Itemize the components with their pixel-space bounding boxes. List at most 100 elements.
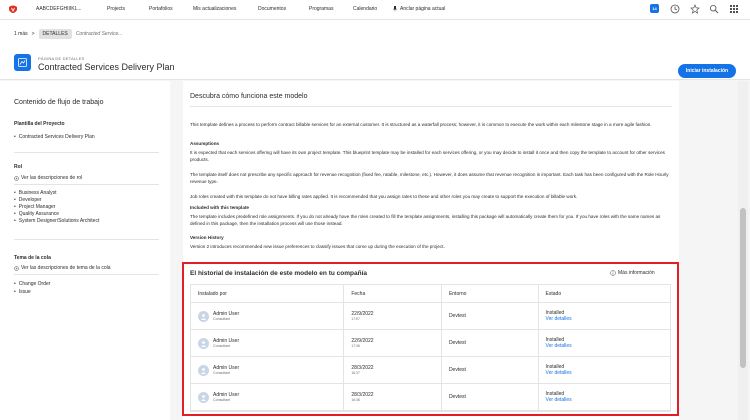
apps-grid-icon[interactable]: [729, 4, 739, 14]
expand-icon: [14, 265, 19, 271]
project-template-item: Contracted Services Delivery Plan: [14, 134, 95, 140]
info-icon: [610, 270, 616, 276]
install-time: 17:36: [351, 344, 360, 348]
version-heading: Version History: [190, 235, 224, 240]
table-row: Admin User Consultant 28/3/2022 16:37 Devt…: [191, 356, 670, 384]
user-role: Consultant: [213, 316, 231, 321]
breadcrumb-separator: >: [31, 31, 35, 37]
install-time: 16:36: [351, 398, 360, 402]
sidebar-title: Contenido de flujo de trabajo: [14, 99, 104, 106]
section-divider: [190, 106, 672, 107]
role-item: Developer: [14, 197, 42, 203]
pin-label: Anclar página actual: [400, 6, 446, 12]
project-template-heading: Plantilla del Proyecto: [14, 121, 65, 127]
breadcrumb: 1 más > DETALLES Contracted Service...: [14, 29, 122, 39]
section-title: Descubra cómo funciona este modelo: [190, 93, 308, 100]
queue-topic-heading: Tema de la cola: [14, 255, 51, 261]
included-paragraph: The template includes predefined role as…: [190, 214, 661, 226]
role-item: Business Analyst: [14, 190, 57, 196]
breadcrumb-page: Contracted Service...: [75, 31, 123, 37]
assumptions-paragraph-1: It is expected that each services offeri…: [190, 150, 665, 162]
table-header: Instalado por Fecha Entorno Estado: [191, 284, 670, 303]
user-role: Consultant: [213, 370, 231, 375]
included-heading: Included with this template: [190, 205, 249, 210]
role-descriptions-label: Ver las descripciones de rol: [21, 175, 83, 181]
sidebar-divider: [14, 239, 159, 240]
more-info-link[interactable]: Más información: [610, 270, 655, 276]
breadcrumb-more[interactable]: 1 más: [14, 31, 28, 37]
user-name: Admin User: [213, 391, 240, 398]
page-title: Contracted Services Delivery Plan: [38, 62, 175, 72]
view-details-link[interactable]: Ver detalles: [546, 397, 670, 403]
col-installed-by[interactable]: Instalado por: [191, 291, 343, 297]
workflow-content-sidebar: Contenido de flujo de trabajo Plantilla …: [0, 81, 170, 420]
installation-history-panel: El historial de instalación de este mode…: [182, 262, 679, 416]
breadcrumb-current[interactable]: DETALLES: [38, 29, 72, 39]
install-time: 16:37: [351, 371, 360, 375]
role-item: Project Manager: [14, 204, 56, 210]
template-icon: [14, 54, 31, 71]
table-row: Admin User Consultant 28/3/2022 16:36 Devt…: [191, 383, 670, 411]
environment-value: Devtest: [448, 394, 466, 400]
expand-icon: [14, 175, 19, 181]
nav-documents[interactable]: Documentos: [258, 6, 286, 12]
nav-calendar[interactable]: Calendario: [353, 6, 377, 12]
user-role: Consultant: [213, 397, 231, 402]
notification-badge[interactable]: 14: [650, 4, 659, 13]
avatar: [198, 310, 209, 322]
assumptions-heading: Assumptions: [190, 141, 220, 146]
view-details-link[interactable]: Ver detalles: [546, 316, 670, 322]
sidebar-divider: [14, 184, 159, 185]
more-info-label: Más información: [618, 270, 655, 276]
version-paragraph: Version 2 introduces recommended new iss…: [190, 244, 445, 249]
user-name: Admin User: [213, 310, 240, 317]
role-heading: Rol: [14, 164, 23, 170]
avatar: [198, 391, 209, 403]
environment-value: Devtest: [448, 367, 466, 373]
nav-portfolios[interactable]: Portafolios: [149, 6, 173, 12]
sidebar-divider: [14, 152, 159, 153]
page-eyebrow: PÁGINA DE DETALLES: [38, 56, 85, 61]
view-details-link[interactable]: Ver detalles: [546, 370, 670, 376]
user-role: Consultant: [213, 343, 231, 348]
environment-value: Devtest: [448, 340, 466, 346]
queue-item: Issue: [14, 289, 31, 295]
table-row: Admin User Consultant 22/9/2022 17:36 Devt…: [191, 329, 670, 357]
page-header: 1 más > DETALLES Contracted Service... P…: [0, 20, 750, 80]
search-icon[interactable]: [709, 4, 719, 14]
col-environment[interactable]: Entorno: [440, 284, 538, 303]
nav-my-updates[interactable]: Mis actualizaciones: [193, 6, 236, 12]
sidebar-divider: [14, 274, 159, 275]
assumptions-paragraph-2: The template itself does not prescribe a…: [190, 172, 669, 184]
view-details-link[interactable]: Ver detalles: [546, 343, 670, 349]
queue-item: Change Order: [14, 281, 51, 287]
role-descriptions-link[interactable]: Ver las descripciones de rol: [14, 175, 82, 181]
role-item: System Designer/Solutions Architect: [14, 218, 100, 224]
pin-icon: [393, 6, 397, 12]
environment-value: Devtest: [448, 313, 466, 319]
col-date[interactable]: Fecha: [343, 284, 441, 303]
user-name: Admin User: [213, 364, 240, 371]
history-title: El historial de instalación de este mode…: [190, 270, 367, 277]
user-name: Admin User: [213, 337, 240, 344]
install-time: 17:57: [351, 317, 360, 321]
star-icon[interactable]: [690, 4, 700, 14]
intro-paragraph: This template defines a process to perfo…: [190, 122, 652, 127]
start-installation-button[interactable]: Iniciar instalación: [678, 64, 736, 78]
workfront-logo-icon[interactable]: [8, 5, 18, 15]
assumptions-paragraph-3: Job roles created with this template do …: [190, 194, 578, 199]
queue-descriptions-label: Ver las descripciones de tema de la cola: [21, 265, 111, 271]
scrollbar-thumb[interactable]: [740, 208, 746, 368]
nav-projects[interactable]: Projects: [107, 6, 125, 12]
pin-page-button[interactable]: Anclar página actual: [392, 6, 445, 12]
recent-icon[interactable]: [670, 4, 680, 14]
col-status[interactable]: Estado: [537, 284, 670, 303]
history-table: Instalado por Fecha Entorno Estado Admin…: [190, 284, 671, 412]
top-navigation: AABCDEFGHIIIKL... Projects Portafolios M…: [0, 0, 750, 20]
nav-programs[interactable]: Programas: [309, 6, 333, 12]
nav-brand[interactable]: AABCDEFGHIIIKL...: [36, 6, 82, 12]
avatar: [198, 364, 209, 376]
table-row: Admin User Consultant 22/9/2022 17:57 Devt…: [191, 302, 670, 330]
avatar: [198, 337, 209, 349]
queue-descriptions-link[interactable]: Ver las descripciones de tema de la cola: [14, 265, 111, 271]
